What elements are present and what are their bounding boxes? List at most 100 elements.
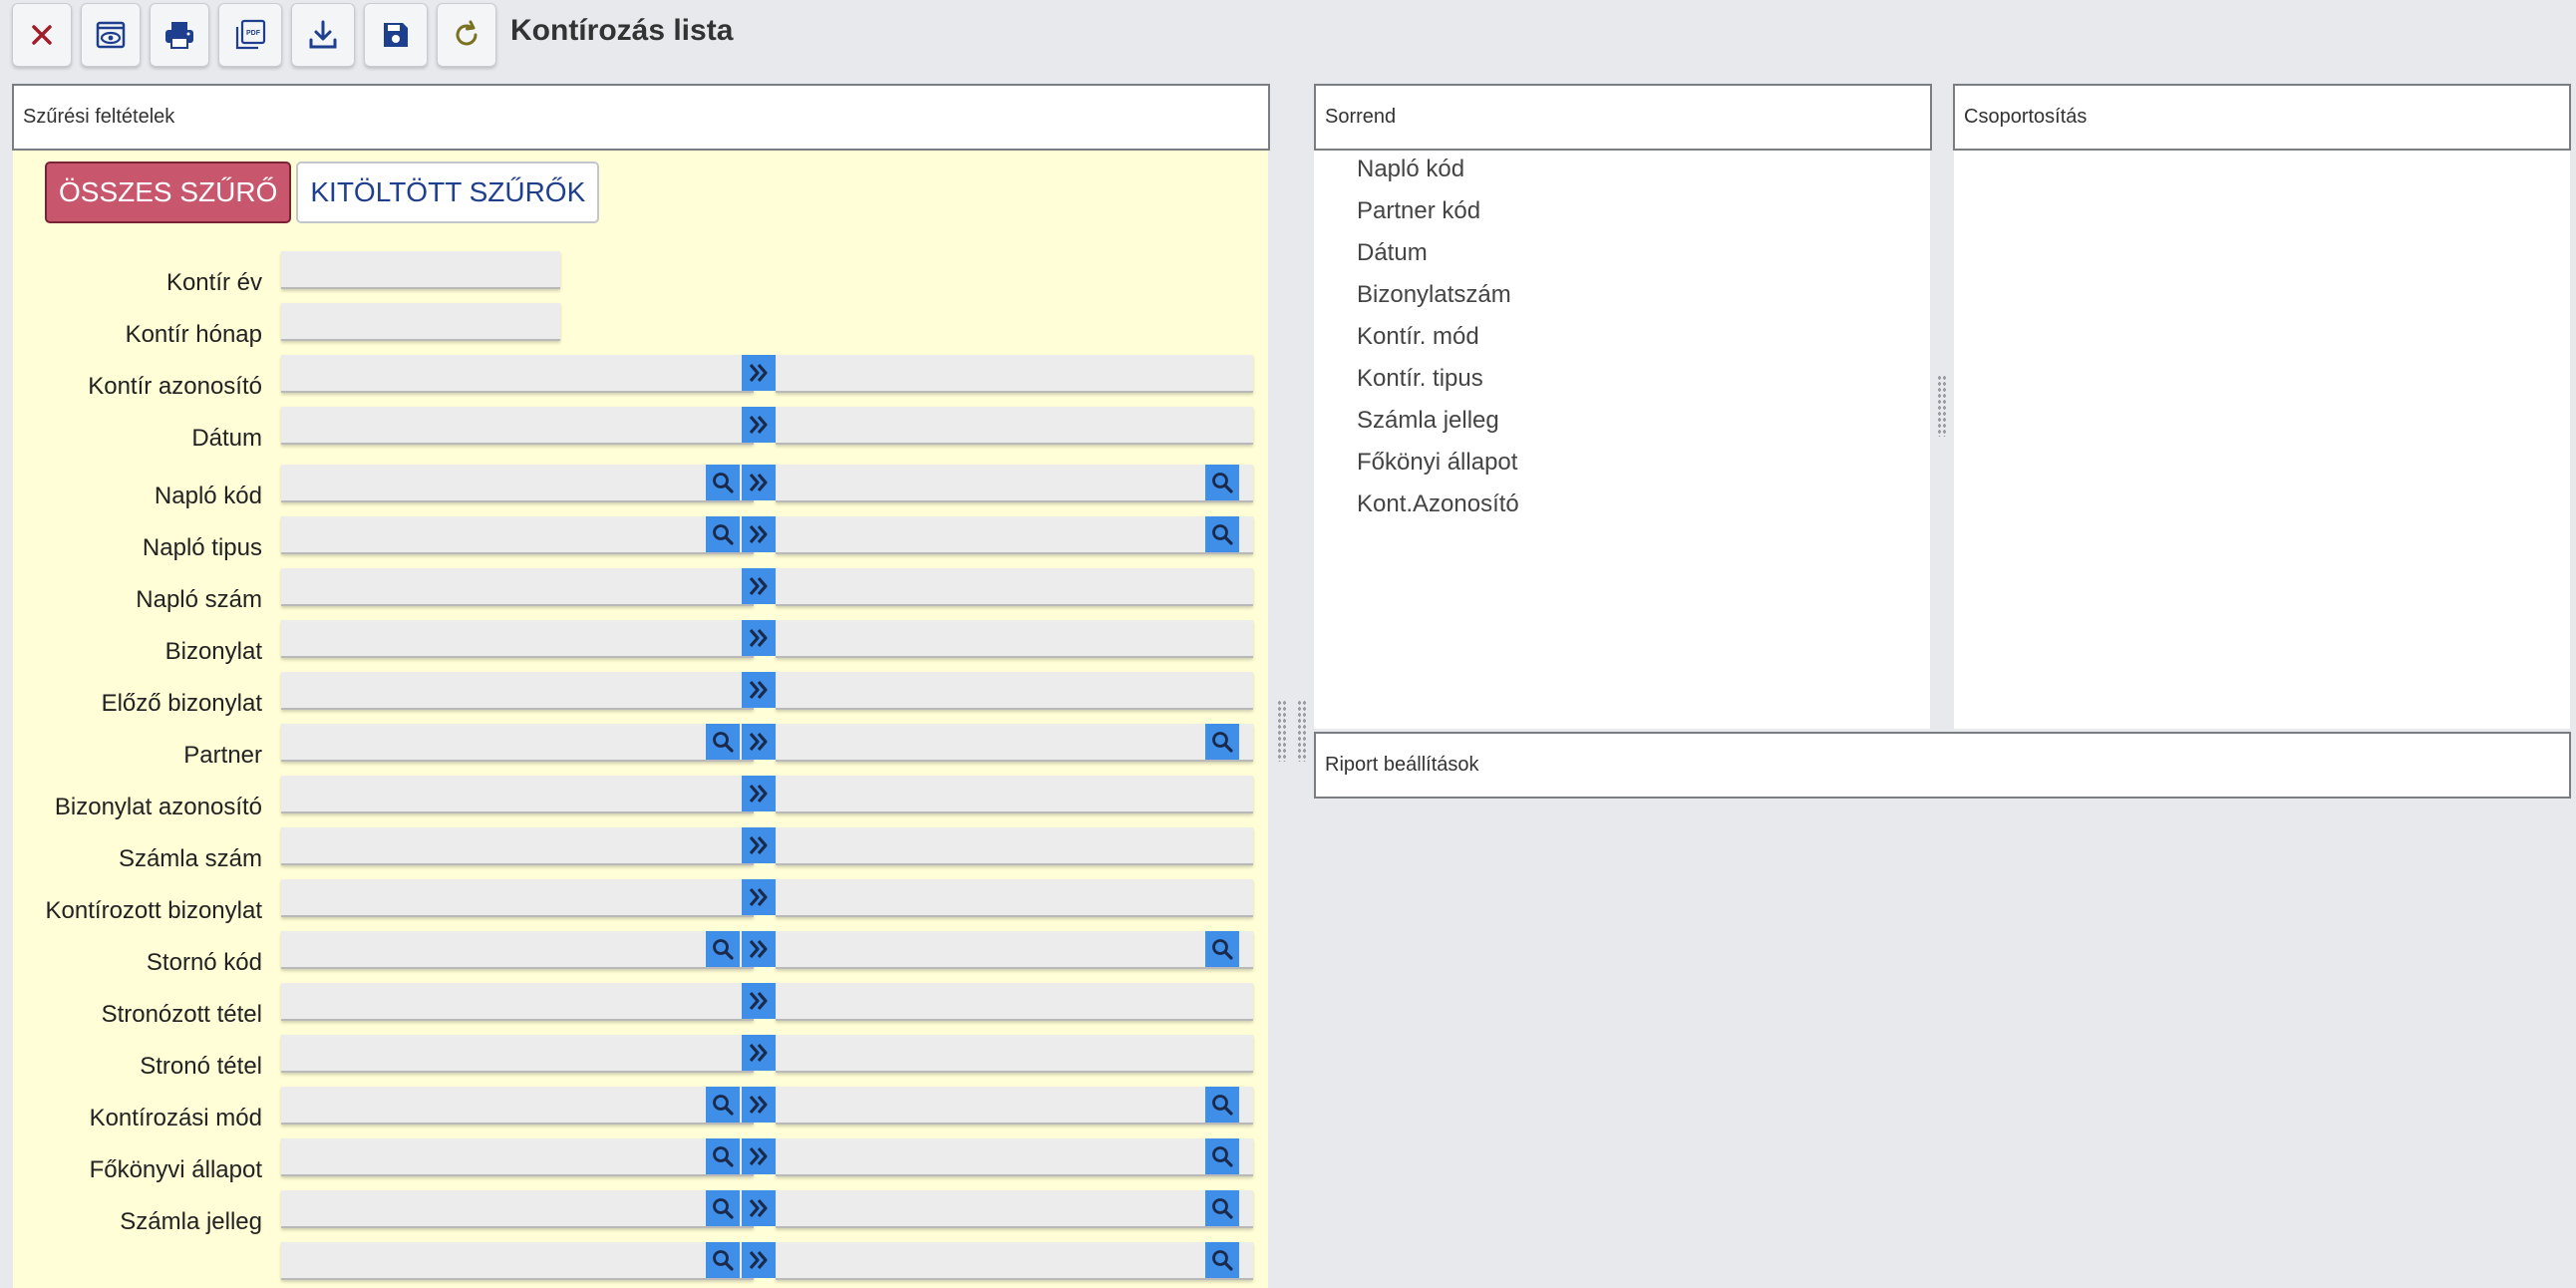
- copy-range-icon[interactable]: [742, 620, 776, 656]
- search-icon[interactable]: [1205, 1138, 1239, 1174]
- copy-range-icon[interactable]: [742, 1138, 776, 1174]
- filter-from-input[interactable]: [281, 879, 754, 917]
- copy-range-icon[interactable]: [742, 827, 776, 863]
- copy-range-icon[interactable]: [742, 879, 776, 915]
- filter-from-input[interactable]: [281, 1242, 754, 1280]
- filter-to-input[interactable]: [776, 1087, 1253, 1125]
- vertical-splitter-handle-2[interactable]: [1297, 700, 1307, 762]
- sort-list-item[interactable]: Dátum: [1357, 239, 1428, 267]
- filter-from-input[interactable]: [281, 983, 754, 1021]
- copy-range-icon[interactable]: [742, 355, 776, 391]
- filter-row: Bizonylat azonosító: [13, 776, 1268, 820]
- pdf-button[interactable]: PDF: [218, 3, 282, 67]
- copy-range-icon[interactable]: [742, 724, 776, 760]
- copy-range-icon[interactable]: [742, 1242, 776, 1278]
- filter-from-input[interactable]: [281, 1087, 754, 1125]
- filter-to-input[interactable]: [776, 776, 1253, 813]
- copy-range-icon[interactable]: [742, 1087, 776, 1123]
- copy-range-icon[interactable]: [742, 983, 776, 1019]
- filter-from-input[interactable]: [281, 407, 754, 445]
- download-button[interactable]: [291, 3, 355, 67]
- filter-from-input[interactable]: [281, 1035, 754, 1073]
- search-icon[interactable]: [706, 465, 740, 500]
- filter-to-input[interactable]: [776, 827, 1253, 865]
- filter-from-input[interactable]: [281, 1190, 754, 1228]
- filter-to-input[interactable]: [776, 983, 1253, 1021]
- search-icon[interactable]: [706, 1138, 740, 1174]
- filter-to-input[interactable]: [776, 931, 1253, 969]
- filter-from-input[interactable]: [281, 931, 754, 969]
- sort-list-item[interactable]: Partner kód: [1357, 197, 1480, 225]
- copy-range-icon[interactable]: [742, 1035, 776, 1071]
- panel-splitter-handle[interactable]: [1937, 375, 1947, 437]
- copy-range-icon[interactable]: [742, 776, 776, 811]
- search-icon[interactable]: [1205, 724, 1239, 760]
- refresh-button[interactable]: [437, 3, 496, 67]
- eye-icon: [96, 21, 126, 49]
- filter-from-input[interactable]: [281, 465, 754, 502]
- filter-to-input[interactable]: [776, 1190, 1253, 1228]
- search-icon[interactable]: [1205, 516, 1239, 552]
- save-button[interactable]: [364, 3, 428, 67]
- search-icon[interactable]: [706, 931, 740, 967]
- filter-to-input[interactable]: [776, 407, 1253, 445]
- copy-range-icon[interactable]: [742, 568, 776, 604]
- filter-to-input[interactable]: [776, 1242, 1253, 1280]
- filter-to-input[interactable]: [776, 620, 1253, 658]
- sort-list-item[interactable]: Kontír. mód: [1357, 323, 1479, 351]
- search-icon[interactable]: [1205, 931, 1239, 967]
- filter-from-input[interactable]: [281, 620, 754, 658]
- filter-to-input[interactable]: [776, 1138, 1253, 1176]
- search-icon[interactable]: [1205, 1242, 1239, 1278]
- filter-from-input[interactable]: [281, 1138, 754, 1176]
- preview-button[interactable]: [81, 3, 141, 67]
- filter-from-input[interactable]: [281, 568, 754, 606]
- filter-to-input[interactable]: [776, 516, 1253, 554]
- sort-list-item[interactable]: Kontír. tipus: [1357, 365, 1483, 393]
- filter-from-input[interactable]: [281, 672, 754, 710]
- filter-to-input[interactable]: [776, 1035, 1253, 1073]
- tab-all-filters[interactable]: ÖSSZES SZŰRŐ: [45, 161, 292, 223]
- group-panel-header[interactable]: Csoportosítás: [1953, 84, 2571, 151]
- search-icon[interactable]: [706, 516, 740, 552]
- search-icon[interactable]: [1205, 1190, 1239, 1226]
- print-button[interactable]: [150, 3, 209, 67]
- tab-filled-filters[interactable]: KITÖLTÖTT SZŰRŐK: [296, 161, 600, 223]
- search-icon[interactable]: [1205, 465, 1239, 500]
- close-button[interactable]: [12, 3, 72, 67]
- search-icon[interactable]: [706, 1087, 740, 1123]
- filter-from-input[interactable]: [281, 516, 754, 554]
- filter-from-input[interactable]: [281, 724, 754, 762]
- filter-input[interactable]: [281, 251, 560, 289]
- sort-list-item[interactable]: Számla jelleg: [1357, 407, 1499, 435]
- copy-range-icon[interactable]: [742, 931, 776, 967]
- filter-panel-header[interactable]: Szűrési feltételek: [12, 84, 1270, 151]
- vertical-splitter-handle[interactable]: [1277, 700, 1287, 762]
- filter-to-input[interactable]: [776, 724, 1253, 762]
- search-icon[interactable]: [706, 1190, 740, 1226]
- filter-from-input[interactable]: [281, 827, 754, 865]
- filter-to-input[interactable]: [776, 672, 1253, 710]
- sort-list-item[interactable]: Főkönyi állapot: [1357, 449, 1517, 477]
- filter-to-input[interactable]: [776, 355, 1253, 393]
- filter-from-input[interactable]: [281, 355, 754, 393]
- filter-to-input[interactable]: [776, 465, 1253, 502]
- copy-range-icon[interactable]: [742, 407, 776, 443]
- search-icon[interactable]: [1205, 1087, 1239, 1123]
- filter-from-input[interactable]: [281, 776, 754, 813]
- report-panel-header[interactable]: Riport beállítások: [1314, 732, 2571, 799]
- filter-to-input[interactable]: [776, 879, 1253, 917]
- sort-list-item[interactable]: Napló kód: [1357, 156, 1464, 183]
- search-icon[interactable]: [706, 1242, 740, 1278]
- filter-input[interactable]: [281, 303, 560, 341]
- copy-range-icon[interactable]: [742, 672, 776, 708]
- copy-range-icon[interactable]: [742, 1190, 776, 1226]
- sort-list-item[interactable]: Kont.Azonosító: [1357, 490, 1519, 518]
- sort-panel-header[interactable]: Sorrend: [1314, 84, 1932, 151]
- sort-list-item[interactable]: Bizonylatszám: [1357, 281, 1511, 309]
- search-icon[interactable]: [706, 724, 740, 760]
- filter-to-input[interactable]: [776, 568, 1253, 606]
- copy-range-icon[interactable]: [742, 465, 776, 500]
- filter-label: Stronózott tétel: [101, 1001, 262, 1028]
- copy-range-icon[interactable]: [742, 516, 776, 552]
